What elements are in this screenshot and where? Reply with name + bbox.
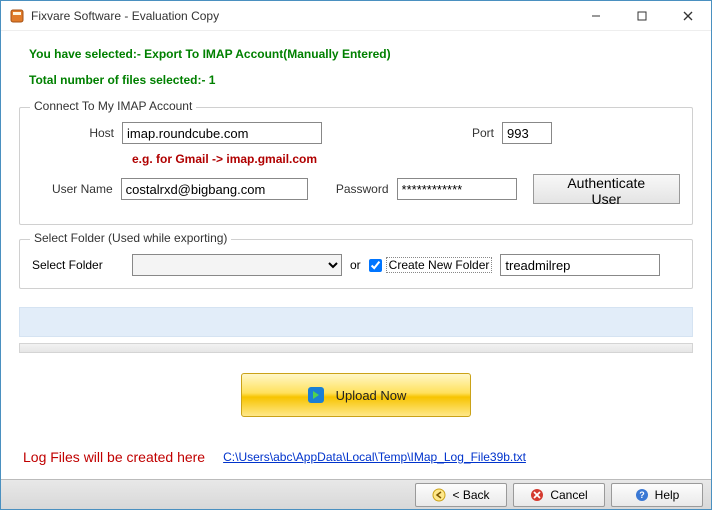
upload-now-label: Upload Now xyxy=(336,388,407,403)
upload-now-button[interactable]: Upload Now xyxy=(241,373,471,417)
app-icon xyxy=(9,8,25,24)
or-text: or xyxy=(350,258,361,272)
folder-legend: Select Folder (Used while exporting) xyxy=(30,231,231,245)
progress-bar xyxy=(19,343,693,353)
svg-text:?: ? xyxy=(639,490,645,500)
back-label: < Back xyxy=(452,488,489,502)
footer-bar: < Back Cancel ? Help xyxy=(1,479,711,509)
gmail-hint: e.g. for Gmail -> imap.gmail.com xyxy=(132,152,680,166)
cancel-label: Cancel xyxy=(550,488,587,502)
new-folder-input[interactable] xyxy=(500,254,660,276)
selected-export-info: You have selected:- Export To IMAP Accou… xyxy=(29,47,693,61)
close-button[interactable] xyxy=(665,1,711,30)
port-label: Port xyxy=(442,126,502,140)
cancel-button[interactable]: Cancel xyxy=(513,483,605,507)
username-input[interactable] xyxy=(121,178,308,200)
help-icon: ? xyxy=(635,488,649,502)
authenticate-button[interactable]: Authenticate User xyxy=(533,174,680,204)
status-block xyxy=(19,307,693,337)
username-label: User Name xyxy=(32,182,121,196)
window-title: Fixvare Software - Evaluation Copy xyxy=(31,9,573,23)
folder-groupbox: Select Folder (Used while exporting) Sel… xyxy=(19,239,693,289)
imap-legend: Connect To My IMAP Account xyxy=(30,99,196,113)
back-button[interactable]: < Back xyxy=(415,483,507,507)
select-folder-dropdown[interactable] xyxy=(132,254,342,276)
help-label: Help xyxy=(655,488,680,502)
maximize-button[interactable] xyxy=(619,1,665,30)
imap-groupbox: Connect To My IMAP Account Host Port e.g… xyxy=(19,107,693,225)
title-bar: Fixvare Software - Evaluation Copy xyxy=(1,1,711,31)
create-folder-checkbox[interactable] xyxy=(369,259,382,272)
minimize-button[interactable] xyxy=(573,1,619,30)
content-area: You have selected:- Export To IMAP Accou… xyxy=(1,31,711,479)
help-button[interactable]: ? Help xyxy=(611,483,703,507)
upload-icon xyxy=(306,385,326,405)
app-window: Fixvare Software - Evaluation Copy You h… xyxy=(0,0,712,510)
password-label: Password xyxy=(318,182,397,196)
file-count-info: Total number of files selected:- 1 xyxy=(29,73,693,87)
log-file-link[interactable]: C:\Users\abc\AppData\Local\Temp\IMap_Log… xyxy=(223,450,526,464)
port-input[interactable] xyxy=(502,122,552,144)
back-icon xyxy=(432,488,446,502)
host-label: Host xyxy=(32,126,122,140)
log-row: Log Files will be created here C:\Users\… xyxy=(19,441,693,475)
log-files-label: Log Files will be created here xyxy=(23,449,205,465)
select-folder-label: Select Folder xyxy=(32,258,132,272)
host-input[interactable] xyxy=(122,122,322,144)
cancel-icon xyxy=(530,488,544,502)
password-input[interactable] xyxy=(397,178,517,200)
create-folder-label: Create New Folder xyxy=(386,257,493,273)
window-controls xyxy=(573,1,711,30)
